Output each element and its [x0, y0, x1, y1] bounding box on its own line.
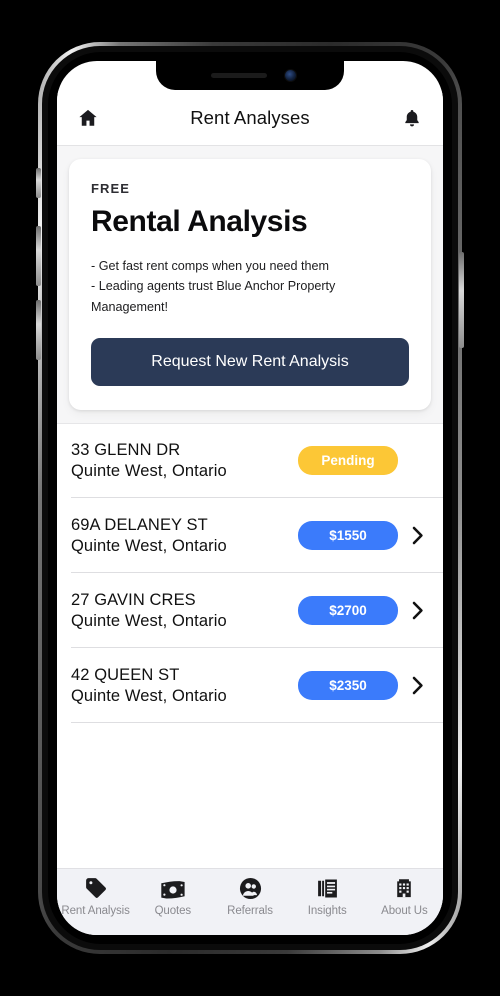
chevron-right-icon[interactable] — [407, 601, 429, 620]
chevron-right-icon[interactable] — [407, 676, 429, 695]
row-address-line2: Quinte West, Ontario — [71, 611, 227, 630]
people-icon — [239, 877, 262, 900]
row-address-line1: 42 QUEEN ST — [71, 666, 180, 685]
tab-insights[interactable]: Insights — [289, 877, 366, 917]
row-divider — [71, 722, 443, 724]
volume-down-button[interactable] — [36, 300, 41, 360]
tab-referrals[interactable]: Referrals — [211, 877, 288, 917]
card-title: Rental Analysis — [91, 205, 308, 238]
row-address: 33 GLENN DR Quinte West, Ontario — [71, 440, 298, 481]
card-bullets: - Get fast rent comps when you need them… — [91, 256, 409, 317]
row-address: 69A DELANEY ST Quinte West, Ontario — [71, 515, 298, 556]
power-button[interactable] — [459, 252, 464, 348]
mute-switch[interactable] — [36, 168, 41, 198]
speaker-grille-icon — [210, 73, 267, 78]
main-content: FREE Rental Analysis - Get fast rent com… — [57, 146, 443, 868]
price-badge: $2350 — [298, 671, 398, 701]
price-badge: $1550 — [298, 521, 398, 551]
table-row[interactable]: 42 QUEEN ST Quinte West, Ontario $2350 — [57, 648, 443, 724]
card-bullet-1: - Get fast rent comps when you need them — [91, 259, 330, 273]
row-address-line2: Quinte West, Ontario — [71, 536, 227, 555]
request-new-rent-analysis-button[interactable]: Request New Rent Analysis — [91, 338, 409, 387]
row-address: 42 QUEEN ST Quinte West, Ontario — [71, 665, 298, 706]
table-row[interactable]: 69A DELANEY ST Quinte West, Ontario $1550 — [57, 498, 443, 574]
building-icon — [393, 877, 415, 900]
front-camera-icon — [284, 70, 296, 81]
table-row[interactable]: 33 GLENN DR Quinte West, Ontario Pending — [57, 423, 443, 499]
rental-analysis-card: FREE Rental Analysis - Get fast rent com… — [69, 159, 431, 411]
table-row[interactable]: 27 GAVIN CRES Quinte West, Ontario $2700 — [57, 573, 443, 649]
tab-rent-analysis[interactable]: Rent Analysis — [57, 877, 134, 917]
tab-label: Rent Analysis — [61, 905, 130, 917]
tag-icon — [84, 877, 108, 900]
app-header: Rent Analyses — [57, 90, 443, 146]
volume-up-button[interactable] — [36, 226, 41, 286]
row-address-line2: Quinte West, Ontario — [71, 686, 227, 705]
row-address-line1: 27 GAVIN CRES — [71, 591, 196, 610]
document-icon — [316, 877, 339, 900]
notch — [156, 61, 344, 90]
tab-label: About Us — [381, 905, 428, 917]
home-icon[interactable] — [75, 105, 101, 131]
promo-section: FREE Rental Analysis - Get fast rent com… — [57, 146, 443, 424]
money-icon — [160, 877, 186, 900]
row-address: 27 GAVIN CRES Quinte West, Ontario — [71, 590, 298, 631]
tab-label: Quotes — [154, 905, 192, 917]
tab-label: Insights — [307, 905, 347, 917]
row-address-line2: Quinte West, Ontario — [71, 461, 227, 480]
card-eyebrow: FREE — [91, 181, 131, 196]
tab-label: Referrals — [227, 905, 273, 917]
phone-screen: Rent Analyses FREE Rental Analysis - Get… — [57, 61, 443, 935]
tab-about-us[interactable]: About Us — [366, 877, 443, 917]
bottom-tab-bar: Rent Analysis Quotes Referrals Insights Abou… — [57, 868, 443, 935]
bell-icon[interactable] — [399, 105, 425, 131]
row-address-line1: 69A DELANEY ST — [71, 516, 208, 535]
chevron-right-icon[interactable] — [407, 526, 429, 545]
price-badge: $2700 — [298, 596, 398, 626]
page-title: Rent Analyses — [190, 106, 310, 128]
row-address-line1: 33 GLENN DR — [71, 441, 181, 460]
rent-analysis-list: 33 GLENN DR Quinte West, Ontario Pending 69… — [57, 423, 443, 724]
status-badge: Pending — [298, 446, 398, 476]
tab-quotes[interactable]: Quotes — [134, 877, 211, 917]
device-mockup: Rent Analyses FREE Rental Analysis - Get… — [0, 0, 500, 996]
card-bullet-2: - Leading agents trust Blue Anchor Prope… — [91, 279, 336, 314]
